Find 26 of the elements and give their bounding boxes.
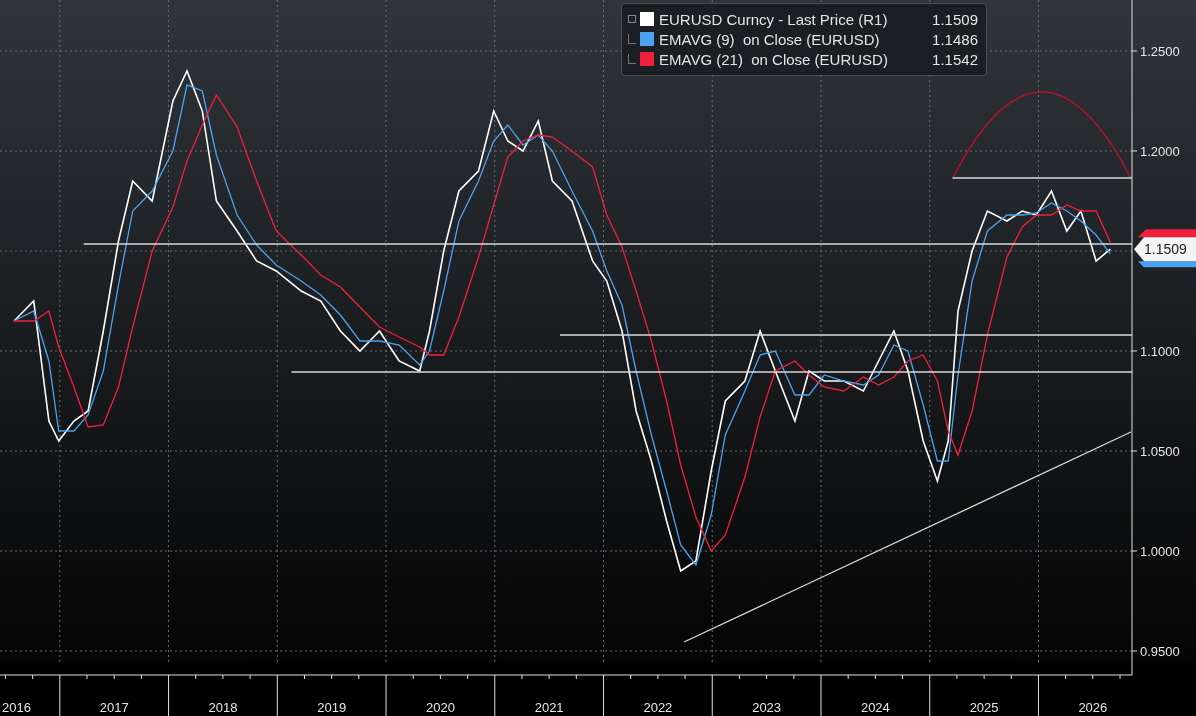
legend-value: 1.1542	[932, 50, 978, 68]
legend-value: 1.1486	[932, 30, 978, 48]
x-tick-label: 2016	[2, 700, 31, 715]
x-tick-label: 2021	[534, 700, 564, 715]
x-tick-label: 2022	[643, 700, 673, 715]
x-tick-label: 2020	[425, 700, 455, 715]
x-tick-label: 2026	[1078, 700, 1108, 715]
last-price-label: 1.1509	[1144, 241, 1187, 258]
y-tick-label: 1.0000	[1140, 544, 1180, 559]
price-tag-marker	[1134, 229, 1196, 268]
y-tick-label: 0.9500	[1140, 644, 1180, 659]
y-tick-label: 1.1000	[1140, 344, 1180, 359]
y-tick-label: 1.0500	[1140, 444, 1180, 459]
x-tick-label: 2019	[317, 700, 347, 715]
collapse-icon[interactable]	[628, 15, 636, 23]
x-tick-label: 2018	[208, 700, 238, 715]
x-tick-label: 2017	[99, 700, 129, 715]
legend-label: EURUSD Curncy - Last Price (R1)	[659, 10, 889, 28]
x-tick-label: 2025	[969, 700, 999, 715]
x-tick-label: 2024	[860, 700, 890, 715]
legend-label: EMAVG (9) on Close (EURUSD)	[659, 30, 881, 48]
legend-value: 1.1509	[932, 10, 978, 28]
x-tick-label: 2023	[752, 700, 782, 715]
y-tick-label: 1.2000	[1140, 144, 1180, 159]
y-tick-label: 1.2500	[1140, 44, 1180, 59]
legend-label: EMAVG (21) on Close (EURUSD)	[659, 50, 889, 68]
